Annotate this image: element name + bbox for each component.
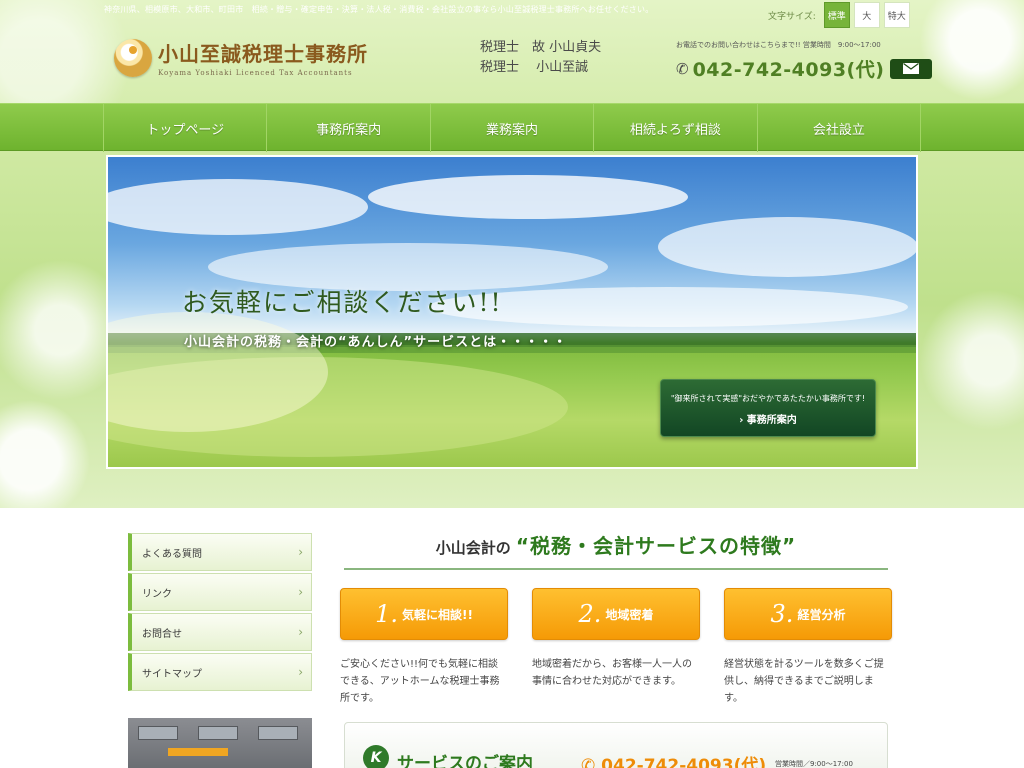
font-size-large-button[interactable]: 大 [853, 2, 880, 28]
header-phone-number[interactable]: 042-742-4093(代) [693, 55, 885, 82]
logo-title: 小山至誠税理士事務所 [158, 42, 368, 66]
site-logo[interactable]: 小山至誠税理士事務所 Koyama Yoshiaki Licenced Tax … [114, 38, 368, 77]
features-heading: 小山会計の “税務・会計サービスの特徴” [344, 530, 888, 570]
chevron-right-icon: › [298, 665, 303, 679]
font-size-label: 文字サイズ: [768, 11, 816, 22]
service-phone-text: 042-742-4093(代) [601, 756, 767, 768]
nav-item-inheritance[interactable]: 相続よろず相談 [594, 104, 758, 152]
nav-item-top[interactable]: トップページ [104, 104, 268, 152]
sidebar-item-label: よくある質問 [142, 548, 202, 560]
features-list: 1. 気軽に相談!! ご安心ください!!何でも気軽に相談できる、アットホームな税… [340, 588, 892, 707]
feature-number: 3. [770, 600, 794, 628]
nav-item-company-setup[interactable]: 会社設立 [758, 104, 922, 152]
font-size-xlarge-button[interactable]: 特大 [883, 2, 910, 28]
logo-emblem-icon [114, 38, 152, 77]
staff-line-2: 税理士 小山至誠 [480, 60, 589, 75]
logo-subtitle: Koyama Yoshiaki Licenced Tax Accountants [158, 69, 353, 77]
staff-line-1: 税理士 故 小山貞夫 [480, 40, 602, 55]
sidebar-item-contact[interactable]: お問合せ › [128, 613, 312, 651]
office-building-photo [128, 718, 312, 768]
feature-description: ご安心ください!!何でも気軽に相談できる、アットホームな税理士事務所です。 [340, 659, 500, 704]
feature-item: 1. 気軽に相談!! ご安心ください!!何でも気軽に相談できる、アットホームな税… [340, 588, 508, 707]
chevron-right-icon: › [298, 625, 303, 639]
hero-box-link-label: 事務所案内 [746, 415, 797, 426]
features-heading-title: “税務・会計サービスの特徴” [515, 534, 797, 558]
feature-label: 地域密着 [605, 607, 654, 622]
hero-office-link-box[interactable]: "御来所されて実感"おだやかであたたかい事務所です! › 事務所案内 [660, 379, 876, 437]
feature-number: 2. [578, 600, 602, 628]
features-heading-prefix: 小山会計の [435, 539, 511, 557]
sidebar: よくある質問 › リンク › お問合せ › サイトマップ › [128, 533, 312, 693]
nav-item-office[interactable]: 事務所案内 [267, 104, 431, 152]
font-size-standard-button[interactable]: 標準 [823, 2, 850, 28]
sidebar-item-faq[interactable]: よくある質問 › [128, 533, 312, 571]
feature-description: 地域密着だから、お客様一人一人の事情に合わせた対応ができます。 [532, 659, 692, 687]
feature-button-local[interactable]: 2. 地域密着 [532, 588, 700, 640]
feature-label: 経営分析 [797, 607, 846, 622]
feature-item: 2. 地域密着 地域密着だから、お客様一人一人の事情に合わせた対応ができます。 [532, 588, 700, 707]
feature-label: 気軽に相談!! [401, 607, 473, 622]
main-navigation: トップページ 事務所案内 業務案内 相続よろず相談 会社設立 [0, 103, 1024, 152]
feature-number: 1. [375, 600, 398, 628]
header-contact: お電話でのお問い合わせはこちらまで!! 営業時間 9:00～17:00 ✆ 04… [676, 40, 933, 82]
contact-note: お電話でのお問い合わせはこちらまで!! 営業時間 9:00～17:00 [676, 41, 881, 49]
service-title: サービスのご案内 [397, 754, 533, 768]
phone-icon: ✆ [676, 59, 689, 78]
sidebar-item-links[interactable]: リンク › [128, 573, 312, 611]
feature-button-analysis[interactable]: 3. 経営分析 [724, 588, 892, 640]
hero-box-text: "御来所されて実感"おだやかであたたかい事務所です! [670, 394, 866, 403]
top-description: 神奈川県、相模原市、大和市、町田市 相続・贈与・確定申告・決算・法人税・消費税・… [104, 5, 654, 14]
sidebar-item-sitemap[interactable]: サイトマップ › [128, 653, 312, 691]
hero-banner: お気軽にご相談ください!! 小山会計の税務・会計の“あんしん”サービスとは・・・… [106, 155, 918, 469]
mail-button[interactable] [890, 58, 933, 79]
hero-title: お気軽にご相談ください!! [182, 288, 503, 317]
hero-box-link[interactable]: › 事務所案内 [661, 411, 875, 426]
feature-item: 3. 経営分析 経営状態を計るツールを数多くご提供し、納得できるまでご説明します… [724, 588, 892, 707]
sidebar-item-label: お問合せ [142, 628, 182, 640]
sidebar-item-label: サイトマップ [142, 668, 202, 680]
mail-icon [903, 63, 920, 74]
feature-button-consult[interactable]: 1. 気軽に相談!! [340, 588, 508, 640]
sidebar-item-label: リンク [142, 588, 172, 600]
staff-names: 税理士 故 小山貞夫 税理士 小山至誠 [480, 38, 601, 78]
hero-subtitle: 小山会計の税務・会計の“あんしん”サービスとは・・・・・ [184, 335, 568, 350]
feature-description: 経営状態を計るツールを数多くご提供し、納得できるまでご説明します。 [724, 659, 884, 704]
service-info-bar: K サービスのご案内 ✆ 042-742-4093(代) 営業時間／9:00～1… [344, 722, 888, 768]
font-size-switcher: 文字サイズ: 標準 大 特大 [768, 2, 910, 28]
service-logo-icon: K [363, 745, 389, 768]
chevron-right-icon: › [298, 545, 303, 559]
nav-item-services[interactable]: 業務案内 [431, 104, 595, 152]
service-hours: 営業時間／9:00～17:00 [775, 760, 853, 768]
service-phone-number[interactable]: ✆ 042-742-4093(代) [581, 751, 766, 768]
chevron-right-icon: › [298, 585, 303, 599]
